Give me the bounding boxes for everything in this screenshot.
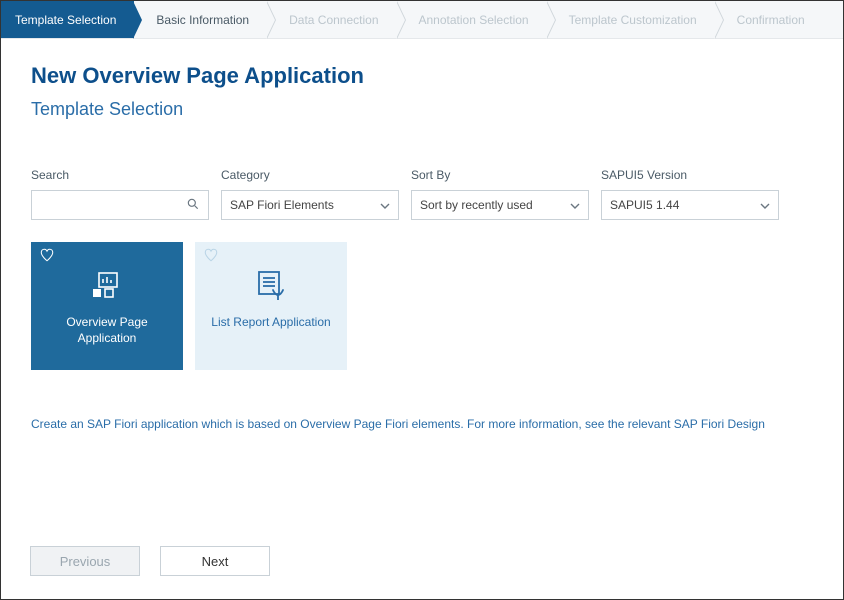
chevron-down-icon xyxy=(760,198,770,212)
sort-select[interactable]: Sort by recently used xyxy=(411,190,589,220)
wizard-step-basic-information[interactable]: Basic Information xyxy=(134,1,267,38)
chevron-down-icon xyxy=(570,198,580,212)
next-button[interactable]: Next xyxy=(160,546,270,576)
tile-list-report-application[interactable]: List Report Application xyxy=(195,242,347,370)
sort-value: Sort by recently used xyxy=(420,198,533,212)
wizard-steps: Template Selection Basic Information Dat… xyxy=(1,1,843,39)
tile-label: Overview Page Application xyxy=(39,314,175,346)
search-icon[interactable] xyxy=(186,197,200,214)
version-select[interactable]: SAPUI5 1.44 xyxy=(601,190,779,220)
wizard-step-data-connection: Data Connection xyxy=(267,1,396,38)
wizard-step-template-selection[interactable]: Template Selection xyxy=(1,1,134,38)
category-label: Category xyxy=(221,168,399,182)
previous-label: Previous xyxy=(60,554,111,569)
heart-icon[interactable] xyxy=(203,248,219,265)
heart-icon[interactable] xyxy=(39,248,55,265)
overview-page-icon xyxy=(89,266,125,306)
sort-label: Sort By xyxy=(411,168,589,182)
list-report-icon xyxy=(253,266,289,306)
template-description: Create an SAP Fiori application which is… xyxy=(31,416,813,433)
search-label: Search xyxy=(31,168,209,182)
previous-button: Previous xyxy=(30,546,140,576)
filter-row: Search Category SAP Fiori Elements xyxy=(31,168,813,220)
version-value: SAPUI5 1.44 xyxy=(610,198,679,212)
wizard-step-template-customization: Template Customization xyxy=(547,1,715,38)
wizard-step-label: Confirmation xyxy=(737,13,805,27)
chevron-down-icon xyxy=(380,198,390,212)
wizard-nav: Previous Next xyxy=(30,546,270,576)
version-label: SAPUI5 Version xyxy=(601,168,779,182)
tile-label: List Report Application xyxy=(211,314,330,330)
search-input-wrap[interactable] xyxy=(31,190,209,220)
wizard-step-confirmation: Confirmation xyxy=(715,1,823,38)
page-subtitle: Template Selection xyxy=(31,99,813,120)
wizard-step-label: Annotation Selection xyxy=(419,13,529,27)
wizard-step-label: Data Connection xyxy=(289,13,378,27)
search-input[interactable] xyxy=(40,198,186,212)
wizard-step-label: Basic Information xyxy=(156,13,249,27)
wizard-step-label: Template Customization xyxy=(569,13,697,27)
tile-overview-page-application[interactable]: Overview Page Application xyxy=(31,242,183,370)
page-title: New Overview Page Application xyxy=(31,63,813,89)
category-value: SAP Fiori Elements xyxy=(230,198,334,212)
wizard-step-label: Template Selection xyxy=(15,13,116,27)
next-label: Next xyxy=(202,554,229,569)
category-select[interactable]: SAP Fiori Elements xyxy=(221,190,399,220)
wizard-step-annotation-selection: Annotation Selection xyxy=(397,1,547,38)
template-tiles: Overview Page Application List Report Ap… xyxy=(31,242,813,370)
